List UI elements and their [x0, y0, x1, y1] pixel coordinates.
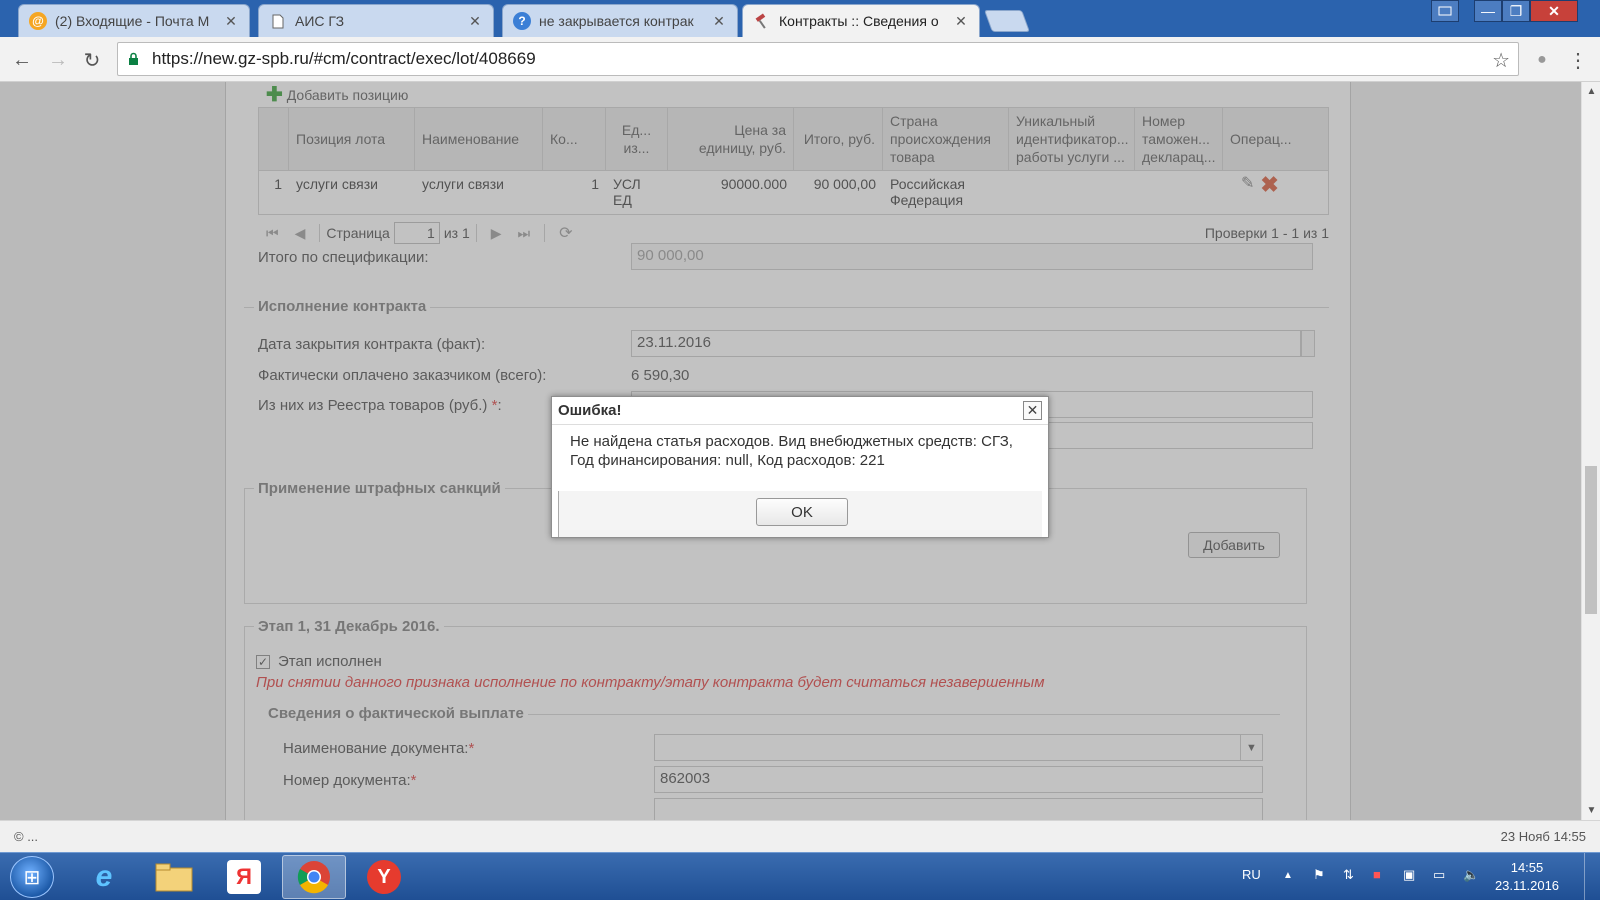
minimize-icon: —	[1481, 3, 1495, 19]
tab-title: (2) Входящие - Почта М	[55, 13, 210, 29]
volume-icon[interactable]: 🔈	[1463, 867, 1479, 883]
tab-contracts[interactable]: Контракты :: Сведения о ✕	[742, 4, 980, 37]
user-profile-button[interactable]	[1431, 0, 1459, 22]
bookmark-star-icon[interactable]: ☆	[1492, 48, 1510, 73]
lock-icon	[128, 51, 142, 67]
tab-title: АИС ГЗ	[295, 13, 345, 29]
arrow-right-icon: →	[48, 48, 68, 71]
close-icon[interactable]: ✕	[711, 13, 727, 29]
menu-button[interactable]: ⋮	[1564, 46, 1592, 74]
network-tray-icon[interactable]: ⇅	[1343, 867, 1354, 883]
tray-expand-icon[interactable]: ▲	[1283, 870, 1293, 881]
yandex-circle-icon: Y	[367, 860, 401, 894]
maximize-button[interactable]: ❐	[1502, 0, 1530, 22]
dialog-title: Ошибка!	[558, 402, 622, 419]
close-icon[interactable]: ✕	[223, 13, 239, 29]
close-icon[interactable]: ✕	[953, 13, 969, 29]
back-button[interactable]: ←	[8, 46, 36, 74]
taskbar-chrome[interactable]	[282, 855, 346, 899]
action-center-flag-icon[interactable]: ⚑	[1313, 867, 1325, 883]
taskbar-yandex[interactable]: Y	[352, 855, 416, 899]
monitor-tray-icon[interactable]: ▭	[1433, 867, 1445, 883]
help-circle-icon: ?	[513, 12, 531, 30]
extension-icon: ●	[1537, 51, 1547, 68]
restore-icon: ❐	[1509, 2, 1523, 19]
close-icon: ✕	[1026, 402, 1039, 418]
close-icon[interactable]: ✕	[467, 13, 483, 29]
browser-toolbar: ← → ↻ https://new.gz-spb.ru/#cm/contract…	[0, 37, 1600, 82]
dialog-message: Не найдена статья расходов. Вид внебюдже…	[570, 433, 1013, 469]
chrome-icon	[297, 861, 330, 894]
yandex-y-icon: Я	[227, 860, 261, 894]
windows-taskbar: ⊞ e Я Y RU ▲ ⚑ ⇅ ■ ▣ ▭ 🔈 14:55 23.11.201…	[0, 852, 1600, 900]
minimize-button[interactable]: —	[1474, 0, 1502, 22]
app-tray-icon[interactable]: ▣	[1403, 867, 1415, 883]
mail-at-icon: @	[29, 12, 47, 30]
tab-ais-gz[interactable]: АИС ГЗ ✕	[258, 4, 494, 37]
dialog-header: Ошибка!	[552, 397, 1048, 425]
status-copyright: © ...	[14, 829, 39, 844]
taskbar-yandex-browser[interactable]: Я	[212, 855, 276, 899]
windows-logo-icon: ⊞	[23, 866, 41, 889]
browser-status-bar: © ... 23 Нояб 14:55	[0, 820, 1600, 852]
browser-tab-strip: @ (2) Входящие - Почта М ✕ АИС ГЗ ✕ ? не…	[0, 0, 1600, 37]
system-clock[interactable]: 14:55 23.11.2016	[1492, 859, 1562, 895]
status-datetime: 23 Нояб 14:55	[1500, 829, 1586, 844]
clock-time: 14:55	[1510, 860, 1544, 875]
close-window-button[interactable]: ✕	[1530, 0, 1578, 22]
dialog-footer: OK	[558, 491, 1042, 537]
scrollbar-thumb[interactable]	[1585, 466, 1597, 614]
reload-button[interactable]: ↻	[78, 46, 106, 74]
internet-explorer-icon: e	[95, 860, 113, 893]
start-button[interactable]: ⊞	[10, 856, 54, 898]
page-icon	[269, 12, 287, 30]
gavel-icon	[753, 12, 771, 30]
forward-button[interactable]: →	[44, 46, 72, 74]
taskbar-explorer[interactable]	[142, 855, 206, 899]
user-icon	[1438, 6, 1452, 16]
error-dialog: Ошибка! ✕ Не найдена статья расходов. Ви…	[551, 396, 1049, 538]
dialog-close-button[interactable]: ✕	[1023, 401, 1042, 420]
address-bar[interactable]: https://new.gz-spb.ru/#cm/contract/exec/…	[117, 42, 1519, 76]
clock-date: 23.11.2016	[1494, 878, 1560, 893]
kebab-menu-icon: ⋮	[1568, 49, 1588, 72]
scroll-down-icon[interactable]: ▼	[1582, 805, 1600, 816]
language-indicator[interactable]: RU	[1242, 867, 1261, 882]
extension-button[interactable]: ●	[1528, 46, 1556, 74]
tab-title: Контракты :: Сведения о	[779, 13, 939, 29]
ok-button[interactable]: OK	[756, 498, 848, 526]
url-text: https://new.gz-spb.ru/#cm/contract/exec/…	[152, 49, 536, 68]
reload-icon: ↻	[83, 49, 101, 72]
close-icon: ✕	[1548, 2, 1560, 19]
new-tab-button[interactable]	[983, 10, 1031, 32]
vertical-scrollbar[interactable]: ▲ ▼	[1581, 82, 1600, 820]
tab-mail[interactable]: @ (2) Входящие - Почта М ✕	[18, 4, 250, 37]
taskbar-ie[interactable]: e	[72, 855, 136, 899]
antivirus-tray-icon[interactable]: ■	[1373, 867, 1381, 882]
scroll-up-icon[interactable]: ▲	[1582, 86, 1600, 97]
folder-icon	[155, 863, 193, 892]
tab-question[interactable]: ? не закрывается контрак ✕	[502, 4, 738, 37]
show-desktop-button[interactable]	[1584, 853, 1600, 900]
arrow-left-icon: ←	[12, 48, 32, 71]
tab-title: не закрывается контрак	[539, 13, 694, 29]
